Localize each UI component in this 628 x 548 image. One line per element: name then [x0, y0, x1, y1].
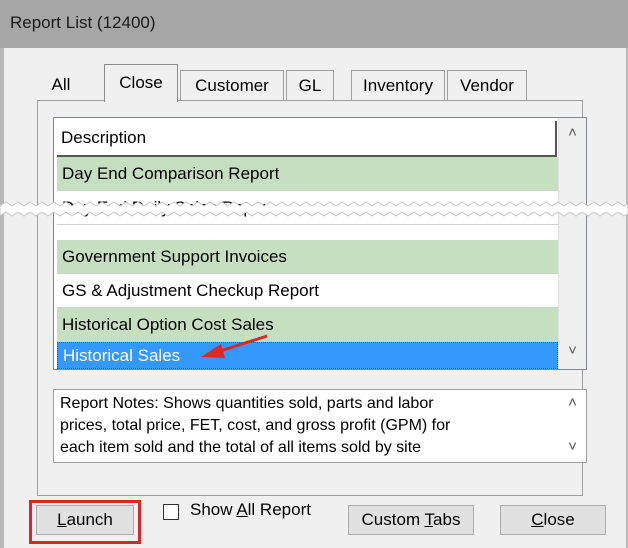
- tab-label: GL: [298, 76, 322, 95]
- window-title: Report List (12400): [10, 13, 156, 32]
- report-notes-text: Report Notes: Shows quantities sold, par…: [60, 393, 550, 459]
- tab-gl[interactable]: GL: [286, 70, 334, 100]
- button-label: abs: [433, 510, 461, 529]
- tab-label: Inventory: [363, 76, 433, 95]
- tab-label: Customer: [195, 76, 269, 95]
- list-item[interactable]: Historical Option Cost Sales: [57, 308, 558, 342]
- report-list-window: Report List (12400) All Close Customer G…: [0, 0, 628, 548]
- notes-scrollbar[interactable]: ˄ ˅: [559, 390, 586, 462]
- pointer-arrow-icon: [201, 334, 268, 358]
- custom-tabs-button[interactable]: Custom Tabs: [348, 505, 474, 535]
- torn-edge-separator: [0, 201, 628, 217]
- scroll-down-icon[interactable]: ˅: [559, 438, 586, 455]
- tab-customer[interactable]: Customer: [180, 70, 284, 100]
- column-header-description[interactable]: Description: [57, 121, 557, 157]
- label-text: Show: [190, 500, 237, 519]
- window-frame-left: [0, 48, 4, 548]
- report-notes-box[interactable]: Report Notes: Shows quantities sold, par…: [53, 389, 587, 463]
- show-all-report-checkbox[interactable]: [163, 504, 179, 520]
- launch-button[interactable]: Launch: [36, 505, 134, 535]
- tab-close[interactable]: Close: [104, 64, 178, 102]
- show-all-report-label[interactable]: Show All Report: [190, 500, 311, 520]
- scroll-down-icon[interactable]: ˅: [559, 342, 586, 359]
- access-key: L: [57, 510, 67, 529]
- access-key: T: [424, 510, 434, 529]
- tab-label: Vendor: [460, 76, 514, 95]
- notes-line: each item sold and the total of all item…: [60, 439, 422, 456]
- button-label: aunch: [66, 510, 113, 529]
- notes-line: Report Notes: Shows quantities sold, par…: [60, 395, 434, 412]
- list-item-selected[interactable]: Historical Sales: [57, 342, 558, 369]
- scroll-up-icon[interactable]: ˄: [559, 124, 586, 141]
- tab-all[interactable]: All: [42, 70, 80, 100]
- button-label: lose: [543, 510, 575, 529]
- access-key: A: [236, 500, 248, 519]
- button-label: Custom: [361, 510, 425, 529]
- notes-line: prices, total price, FET, cost, and gros…: [60, 417, 451, 434]
- report-list[interactable]: Description Day End Comparison Report Da…: [53, 117, 587, 370]
- tab-label: All: [51, 75, 71, 94]
- tab-inventory[interactable]: Inventory: [351, 70, 445, 100]
- label-text: ll Report: [247, 500, 311, 519]
- tab-vendor[interactable]: Vendor: [447, 70, 527, 100]
- title-bar: Report List (12400): [0, 0, 628, 48]
- scroll-up-icon[interactable]: ˄: [559, 394, 586, 411]
- access-key: C: [531, 510, 544, 529]
- close-button[interactable]: Close: [500, 505, 606, 535]
- list-scrollbar[interactable]: ˄ ˅: [558, 118, 586, 369]
- list-item[interactable]: Government Support Invoices: [57, 240, 558, 274]
- tab-label: Close: [119, 73, 163, 92]
- list-item[interactable]: GS & Adjustment Checkup Report: [57, 274, 558, 308]
